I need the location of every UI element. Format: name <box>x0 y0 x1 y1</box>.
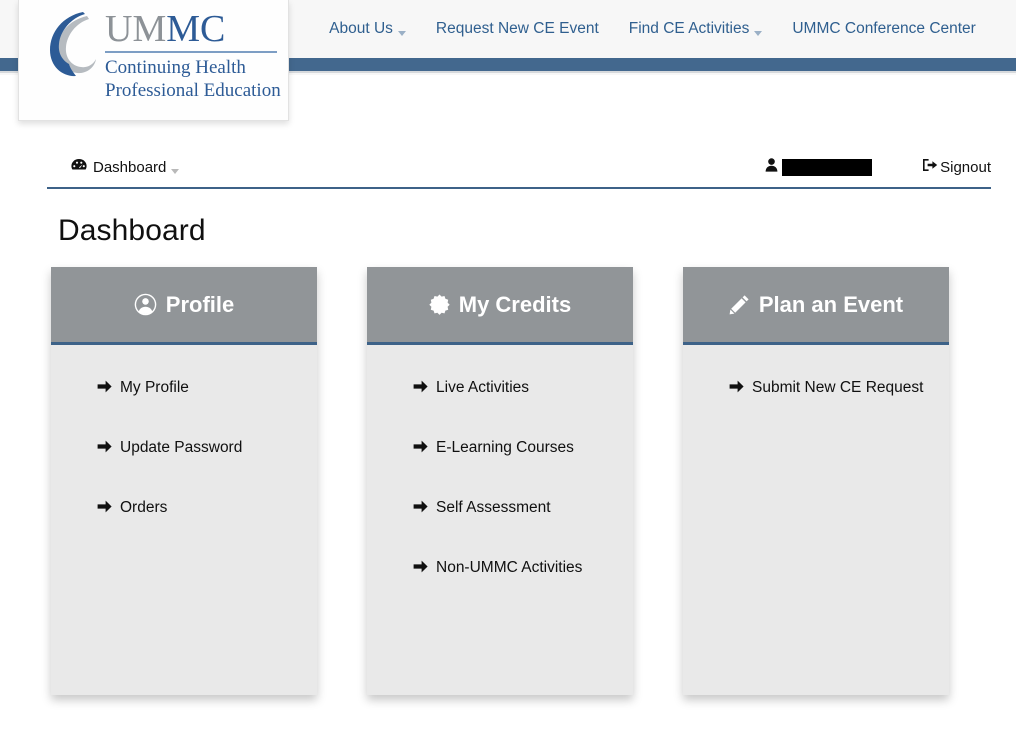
dashboard-menu-label: Dashboard <box>93 158 167 176</box>
signout-button[interactable]: Signout <box>922 158 991 176</box>
page-title: Dashboard <box>58 214 206 247</box>
arrow-right-icon <box>729 376 744 402</box>
nav-label-about-us: About Us <box>329 20 393 37</box>
logo-subtitle-line2: Professional Education <box>105 80 281 101</box>
card-link-label: Non-UMMC Activities <box>436 559 583 576</box>
nav-label-find-ce-activities: Find CE Activities <box>628 20 750 37</box>
card-link-e-learning-courses[interactable]: E-Learning Courses <box>367 435 633 495</box>
site-logo-panel[interactable]: UMMC Continuing Health Professional Educ… <box>18 0 289 121</box>
card-link-label: E-Learning Courses <box>436 439 574 456</box>
user-bar-right-group: Signout <box>765 158 991 176</box>
user-circle-icon <box>134 293 157 316</box>
card-link-label: Submit New CE Request <box>752 379 924 396</box>
logo-ummc-blue: MC <box>166 8 226 50</box>
card-profile: Profile My Profile Update Password Order… <box>51 267 317 695</box>
arrow-right-icon <box>97 436 112 462</box>
chevron-down-icon <box>397 31 406 36</box>
card-link-my-profile[interactable]: My Profile <box>51 375 317 435</box>
card-plan-an-event-title: Plan an Event <box>758 291 904 317</box>
sign-out-icon <box>922 158 938 176</box>
arrow-right-icon <box>97 376 112 402</box>
arrow-right-icon <box>413 436 428 462</box>
card-link-live-activities[interactable]: Live Activities <box>367 375 633 435</box>
site-header: UMMC Continuing Health Professional Educ… <box>0 0 1016 133</box>
logo-subtitle-line1: Continuing Health <box>105 57 246 78</box>
nav-item-find-ce-activities[interactable]: Find CE Activities <box>614 20 778 38</box>
logo-divider <box>105 51 277 53</box>
card-link-orders[interactable]: Orders <box>51 495 317 555</box>
card-profile-header: Profile <box>51 267 317 345</box>
nav-item-request-new-ce-event[interactable]: Request New CE Event <box>421 20 614 38</box>
card-link-update-password[interactable]: Update Password <box>51 435 317 495</box>
logo-wordmark: UMMC Continuing Health Professional Educ… <box>105 8 285 102</box>
card-link-submit-new-ce-request[interactable]: Submit New CE Request <box>683 375 949 435</box>
signout-label: Signout <box>940 158 991 176</box>
ummc-swirl-logo-icon <box>43 10 105 78</box>
card-link-label: Live Activities <box>436 379 530 396</box>
card-link-self-assessment[interactable]: Self Assessment <box>367 495 633 555</box>
logo-ummc-text: UMMC <box>105 8 285 50</box>
dashboard-user-bar: Dashboard Signout <box>47 148 991 189</box>
nav-label-request-new-ce-event: Request New CE Event <box>435 20 599 37</box>
card-link-label: Orders <box>120 499 168 516</box>
nav-item-ummc-conference-center[interactable]: UMMC Conference Center <box>777 20 990 38</box>
card-profile-body: My Profile Update Password Orders <box>51 345 317 695</box>
chevron-down-icon <box>171 169 180 174</box>
arrow-right-icon <box>413 376 428 402</box>
card-my-credits: My Credits Live Activities E-Learning Co… <box>367 267 633 695</box>
user-icon <box>765 158 778 176</box>
main-navigation: About Us Request New CE Event Find CE Ac… <box>289 0 1016 58</box>
card-link-label: Update Password <box>120 439 243 456</box>
card-my-credits-title: My Credits <box>458 291 572 317</box>
card-link-label: My Profile <box>120 379 189 396</box>
certificate-icon <box>429 294 450 315</box>
chevron-down-icon <box>754 31 763 36</box>
logo-ummc-gray: UM <box>105 8 167 50</box>
arrow-right-icon <box>413 496 428 522</box>
dashboard-cards-row: Profile My Profile Update Password Order… <box>51 267 949 695</box>
arrow-right-icon <box>413 556 428 582</box>
card-link-non-ummc-activities[interactable]: Non-UMMC Activities <box>367 555 633 615</box>
tachometer-icon <box>71 158 87 176</box>
nav-label-ummc-conference-center: UMMC Conference Center <box>792 20 976 37</box>
username-redacted-bar <box>782 158 873 176</box>
card-plan-an-event-body: Submit New CE Request <box>683 345 949 695</box>
card-link-label: Self Assessment <box>436 499 551 516</box>
dashboard-menu-item[interactable]: Dashboard <box>71 158 180 176</box>
card-my-credits-header: My Credits <box>367 267 633 345</box>
card-my-credits-body: Live Activities E-Learning Courses Self … <box>367 345 633 695</box>
current-user[interactable] <box>765 158 873 176</box>
nav-item-about-us[interactable]: About Us <box>314 20 421 38</box>
arrow-right-icon <box>97 496 112 522</box>
card-plan-an-event: Plan an Event Submit New CE Request <box>683 267 949 695</box>
card-profile-title: Profile <box>165 291 235 317</box>
pencil-icon <box>729 294 750 315</box>
card-plan-an-event-header: Plan an Event <box>683 267 949 345</box>
